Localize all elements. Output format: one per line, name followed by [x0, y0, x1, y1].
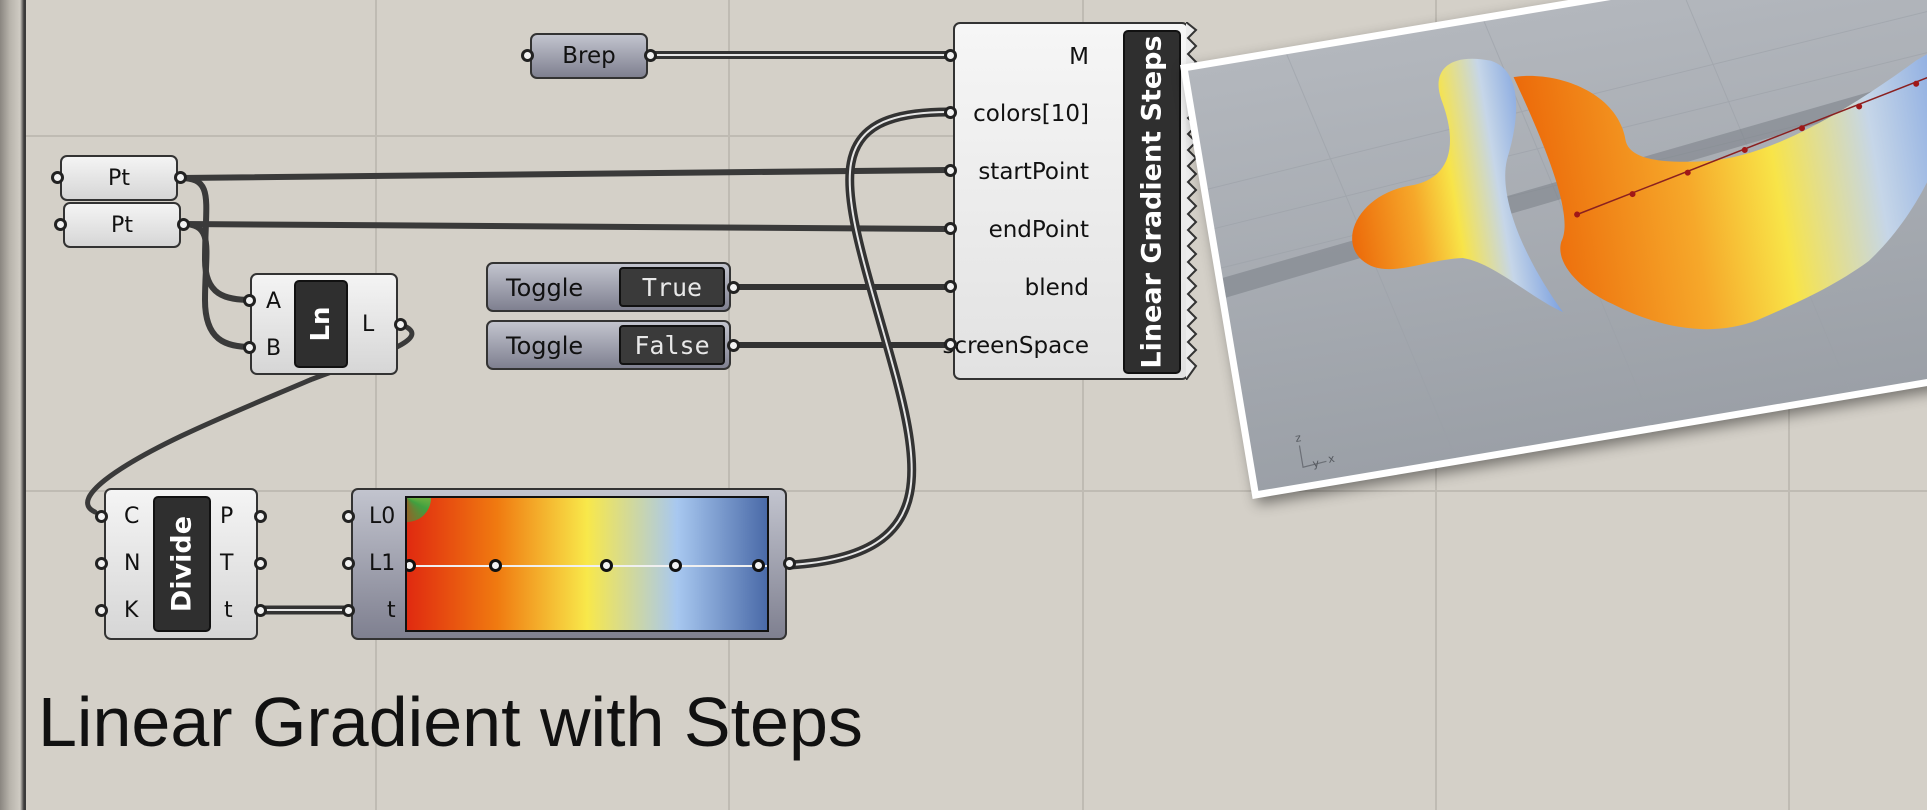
input-endpoint: endPoint [988, 217, 1089, 243]
toggle-screenspace[interactable]: Toggle False [486, 320, 731, 370]
gradient-preset-icon[interactable] [407, 498, 431, 522]
line-name: Ln [306, 306, 336, 342]
axis-y-label: y [1312, 457, 1321, 471]
divide-output-t-param: t [224, 598, 233, 623]
gradient-stop-handle[interactable] [407, 559, 416, 572]
pt-param-2[interactable]: Pt [63, 202, 181, 248]
line-b-grip[interactable] [243, 341, 256, 354]
gradient-input-l1: L1 [369, 551, 396, 576]
gradient-l0-grip[interactable] [342, 510, 355, 523]
pt1-label: Pt [108, 165, 130, 191]
wire-pt1-a [177, 175, 255, 303]
input-startpoint: startPoint [978, 159, 1089, 185]
divide-output-t: T [220, 551, 234, 576]
gradient-shape [1352, 39, 1927, 330]
brep-output-grip[interactable] [644, 49, 657, 62]
line-l-grip[interactable] [394, 318, 407, 331]
gradient-stop-handle[interactable] [489, 559, 502, 572]
screenspace-grip[interactable] [944, 338, 957, 351]
line-input-b: B [266, 336, 282, 361]
divide-output-p: P [220, 504, 234, 529]
blend-grip[interactable] [944, 280, 957, 293]
toggle-blend[interactable]: Toggle True [486, 262, 731, 312]
pt1-output-grip[interactable] [174, 171, 187, 184]
line-input-a: A [266, 289, 282, 314]
main-component-name: Linear Gradient Steps [1136, 35, 1168, 369]
brep-label: Brep [562, 43, 616, 69]
toggle-blend-label: Toggle [506, 274, 584, 302]
pt2-input-grip[interactable] [54, 218, 67, 231]
pt1-input-grip[interactable] [51, 171, 64, 184]
wire-pt2-endpoint [180, 221, 951, 232]
gradient-input-t: t [387, 598, 396, 623]
divide-param-grip[interactable] [254, 604, 267, 617]
wire-pt1-startpoint [177, 167, 951, 181]
toggle-blend-value[interactable]: True [619, 267, 725, 307]
brep-input-grip[interactable] [521, 49, 534, 62]
page-title: Linear Gradient with Steps [38, 683, 863, 761]
gradient-component[interactable]: L0 L1 t [351, 488, 787, 640]
line-a-grip[interactable] [243, 294, 256, 307]
gradient-output-grip[interactable] [783, 557, 796, 570]
toggle-screenspace-output-grip[interactable] [727, 339, 740, 352]
toggle-screenspace-value-text: False [634, 330, 710, 360]
wire-pt2-b [180, 221, 255, 350]
colors-grip[interactable] [944, 106, 957, 119]
startpoint-grip[interactable] [944, 164, 957, 177]
brep-param[interactable]: Brep [530, 33, 648, 79]
input-m: M [1069, 44, 1089, 70]
divide-input-c: C [124, 504, 140, 529]
axis-z-label: z [1294, 431, 1302, 445]
pt2-label: Pt [111, 212, 133, 238]
pt2-output-grip[interactable] [177, 218, 190, 231]
divide-component[interactable]: C N K Divide P T t [104, 488, 258, 640]
divide-p-grip[interactable] [254, 510, 267, 523]
main-name-bar: Linear Gradient Steps [1123, 30, 1181, 374]
input-blend: blend [1024, 275, 1089, 301]
line-component[interactable]: A B Ln L [250, 273, 398, 375]
gradient-stop-handle[interactable] [752, 559, 765, 572]
divide-input-n: N [124, 551, 141, 576]
linear-gradient-steps-component[interactable]: M colors[10] startPoint endPoint blend s… [942, 22, 1189, 380]
toggle-blend-value-text: True [641, 272, 703, 302]
gradient-track [407, 565, 767, 567]
toggle-screenspace-label: Toggle [506, 332, 584, 360]
gradient-input-l0: L0 [369, 504, 396, 529]
pt-param-1[interactable]: Pt [60, 155, 178, 201]
divide-c-grip[interactable] [95, 510, 108, 523]
endpoint-grip[interactable] [944, 222, 957, 235]
gradient-l1-grip[interactable] [342, 557, 355, 570]
grasshopper-canvas[interactable]: Brep Pt Pt A B Ln L Toggle True Toggle F… [0, 0, 1927, 810]
divide-name: Divide [166, 515, 198, 613]
gradient-stop-handle[interactable] [669, 559, 682, 572]
m-grip[interactable] [944, 49, 957, 62]
axis-x-label: x [1327, 452, 1336, 466]
axes-widget: z y x [1294, 431, 1336, 471]
divide-k-grip[interactable] [95, 604, 108, 617]
gradient-t-grip[interactable] [342, 604, 355, 617]
input-screenspace: screenSpace [942, 333, 1089, 359]
toggle-screenspace-value[interactable]: False [619, 325, 725, 365]
wire-gradient-colors [785, 107, 953, 570]
gradient-stop-handle[interactable] [600, 559, 613, 572]
toggle-blend-output-grip[interactable] [727, 281, 740, 294]
line-output-l: L [362, 312, 375, 337]
divide-name-bar: Divide [153, 496, 211, 632]
divide-n-grip[interactable] [95, 557, 108, 570]
input-colors: colors[10] [973, 101, 1089, 127]
gradient-strip[interactable] [405, 496, 769, 632]
line-name-bar: Ln [294, 280, 348, 368]
divide-tangent-grip[interactable] [254, 557, 267, 570]
divide-input-k: K [124, 598, 139, 623]
